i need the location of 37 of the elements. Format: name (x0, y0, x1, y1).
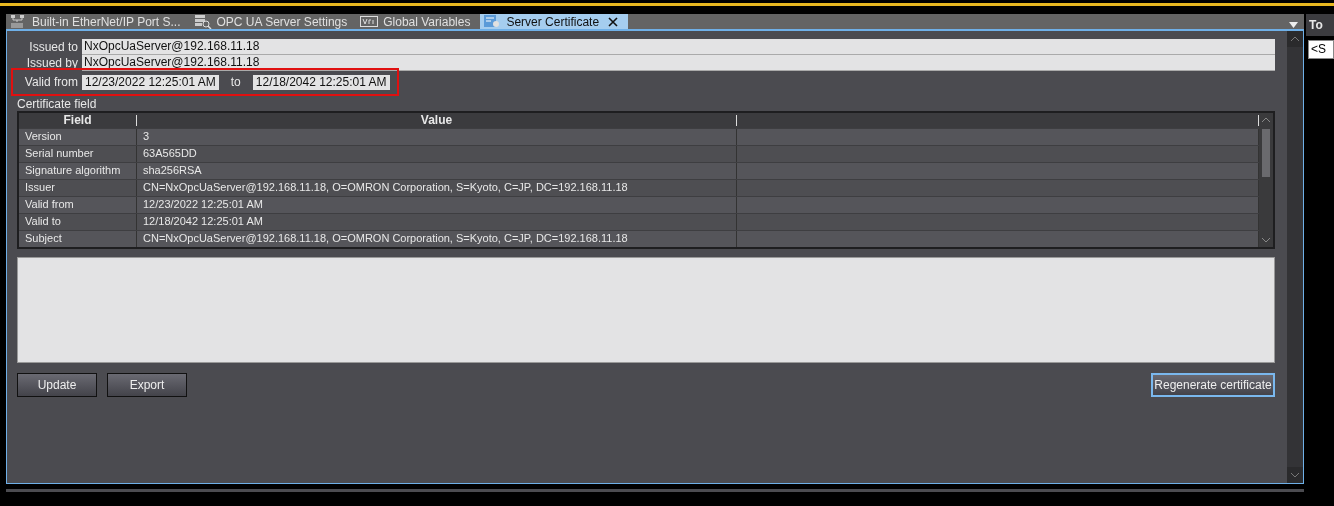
field-label: to (229, 75, 242, 89)
table-cell: Version (19, 129, 137, 145)
valid-to-field: 12/18/2042 12:25:01 AM (252, 74, 390, 90)
variable-icon (360, 14, 379, 29)
certificate-icon (483, 14, 502, 29)
column-header[interactable]: Field (19, 115, 137, 126)
table-cell: 12/23/2022 12:25:01 AM (137, 197, 737, 213)
field-label: Issued to (28, 40, 78, 54)
valid-from-field: 12/23/2022 12:25:01 AM (82, 74, 219, 90)
scrollbar-thumb[interactable] (1262, 129, 1270, 177)
scroll-up-icon[interactable] (1287, 31, 1303, 47)
column-header[interactable]: Value (137, 115, 737, 126)
editor-tab[interactable]: OPC UA Server Settings (190, 14, 358, 29)
server-search-icon (193, 14, 212, 29)
side-panel-title: To (1306, 14, 1334, 36)
scroll-down-icon[interactable] (1287, 467, 1303, 483)
editor-tab[interactable]: Built-in EtherNet/IP Port S... (6, 14, 191, 29)
action-button[interactable]: Update (17, 373, 97, 397)
regenerate-button[interactable]: Regenerate certificate (1151, 373, 1275, 397)
search-field[interactable]: <S (1308, 40, 1334, 59)
network-icon (9, 14, 27, 29)
details-text-area[interactable] (17, 257, 1275, 363)
table-cell: Signature algorithm (19, 163, 137, 179)
action-button[interactable]: Export (107, 373, 187, 397)
editor-tab[interactable]: Server Certificate (480, 14, 629, 29)
section-caption: Certificate field (17, 97, 98, 111)
issued-by-field: NxOpcUaServer@192.168.11.18 (82, 55, 1275, 71)
table-cell: sha256RSA (137, 163, 737, 179)
editor-tab[interactable]: Global Variables (357, 14, 481, 29)
table-cell: CN=NxOpcUaServer@192.168.11.18, O=OMRON Corporation, S=Kyoto, C=JP, DC=192.168.11.18 (137, 231, 737, 247)
dropdown-arrow-icon[interactable] (1289, 22, 1298, 28)
table-cell: Valid from (19, 197, 137, 213)
table-cell: Subject (19, 231, 137, 247)
issued-to-field: NxOpcUaServer@192.168.11.18 (82, 39, 1275, 55)
field-label: Valid from (23, 75, 78, 89)
close-icon[interactable] (608, 16, 619, 27)
table-cell: 3 (137, 129, 737, 145)
